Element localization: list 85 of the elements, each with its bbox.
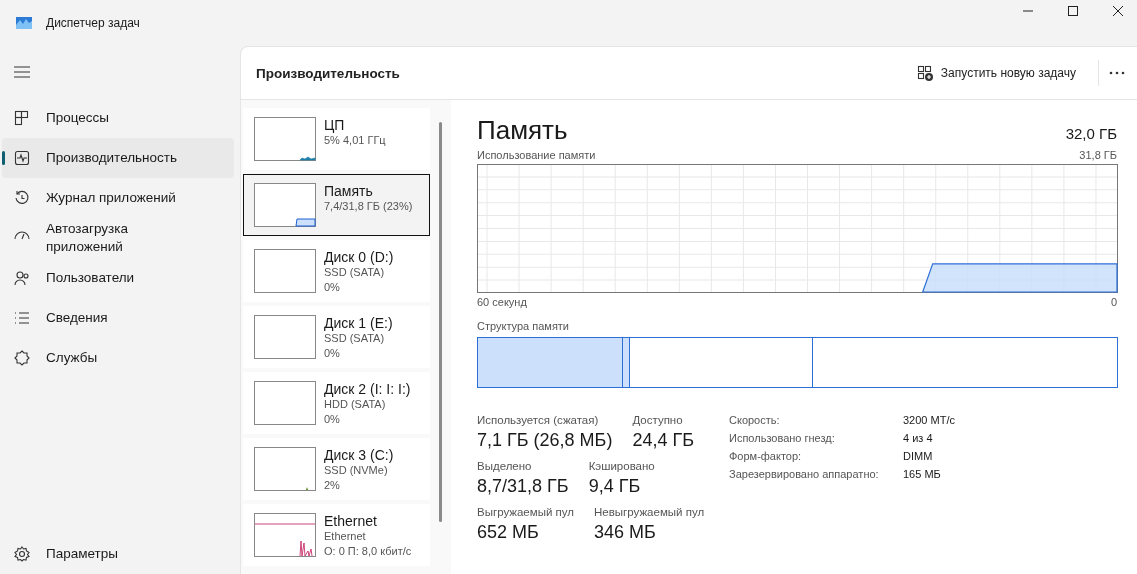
window-title: Диспетчер задач <box>46 16 140 30</box>
device-item[interactable]: Ethernet Ethernet О: 0 П: 8,0 кбит/с <box>243 504 430 566</box>
device-detail: SSD (NVMe) <box>324 463 389 478</box>
mini-graph-icon <box>254 381 316 425</box>
mini-graph-icon <box>254 117 316 161</box>
menu-icon[interactable] <box>14 66 30 78</box>
spec-value: 165 МБ <box>903 467 942 482</box>
nav-item[interactable]: Службы <box>2 338 234 378</box>
scrollbar[interactable] <box>439 122 442 522</box>
device-item[interactable]: Диск 1 (E:) SSD (SATA) 0% <box>243 306 430 368</box>
device-name: ЦП <box>324 117 346 133</box>
device-item[interactable]: Диск 3 (C:) SSD (NVMe) 2% <box>243 438 430 500</box>
app-logo-icon <box>16 17 32 29</box>
nav-item[interactable]: Автозагрузка приложений <box>2 218 234 258</box>
device-detail: 7,4/31,8 ГБ (23%) <box>324 199 413 214</box>
nav-item[interactable]: Сведения <box>2 298 234 338</box>
device-name: Диск 2 (I: I: I:) <box>324 381 411 397</box>
spec-label: Скорость: <box>729 413 781 428</box>
device-detail: HDD (SATA) <box>324 397 387 412</box>
new-task-icon <box>916 65 933 81</box>
device-detail: SSD (SATA) <box>324 265 386 280</box>
stat-value: 24,4 ГБ <box>632 429 694 452</box>
spec-value: 3200 МТ/с <box>903 413 955 428</box>
pulse-icon <box>14 150 30 166</box>
stat-value: 9,4 ГБ <box>588 475 642 498</box>
stat-label: Доступно <box>632 413 684 428</box>
device-name: Диск 0 (D:) <box>324 249 394 265</box>
run-task-button[interactable]: Запустить новую задачу <box>908 59 1084 87</box>
device-detail: Ethernet <box>324 529 367 544</box>
section-title: Память <box>477 114 568 146</box>
mini-graph-icon <box>254 249 316 293</box>
settings-icon <box>14 546 30 562</box>
device-name: Память <box>324 183 374 199</box>
nav-item[interactable]: Пользователи <box>2 258 234 298</box>
mini-graph-icon <box>254 513 316 557</box>
users-icon <box>14 270 30 286</box>
nav-item[interactable]: Процессы <box>2 98 234 138</box>
history-icon <box>14 190 30 206</box>
axis-label: 60 секунд <box>477 295 527 309</box>
cog-icon <box>14 350 30 366</box>
device-detail: О: 0 П: 8,0 кбит/с <box>324 544 412 559</box>
close-icon[interactable] <box>1113 6 1123 16</box>
device-detail: 2% <box>324 478 341 493</box>
stat-label: Кэшировано <box>588 459 655 474</box>
stat-value: 652 МБ <box>477 521 540 544</box>
stat-value: 7,1 ГБ (26,8 МБ) <box>477 429 613 452</box>
device-detail: SSD (SATA) <box>324 331 386 346</box>
device-name: Диск 3 (C:) <box>324 447 394 463</box>
device-item[interactable]: Диск 2 (I: I: I:) HDD (SATA) 0% <box>243 372 430 434</box>
spec-value: DIMM <box>903 449 934 464</box>
spec-label: Форм-фактор: <box>729 449 803 464</box>
chart-max: 31,8 ГБ <box>1079 148 1117 162</box>
device-name: Диск 1 (E:) <box>324 315 393 331</box>
total-memory: 32,0 ГБ <box>1065 125 1117 142</box>
list-icon <box>14 310 30 326</box>
device-detail: 0% <box>324 346 341 361</box>
stat-label: Используется (сжатая) <box>477 413 600 428</box>
page-title: Производительность <box>256 65 400 81</box>
stat-label: Выделено <box>477 459 533 474</box>
chart-label: Структура памяти <box>477 319 570 333</box>
device-item[interactable]: Память 7,4/31,8 ГБ (23%) <box>243 174 430 236</box>
stat-label: Невыгружаемый пул <box>594 505 705 520</box>
device-detail: 5% 4,01 ГГц <box>324 133 386 148</box>
chart-label: Использование памяти <box>477 148 596 162</box>
axis-label: 0 <box>1110 295 1117 309</box>
maximize-icon[interactable] <box>1068 6 1078 16</box>
stat-value: 8,7/31,8 ГБ <box>477 475 569 498</box>
mini-graph-icon <box>254 183 316 227</box>
device-detail: 0% <box>324 280 341 295</box>
nav-item[interactable]: Журнал приложений <box>2 178 234 218</box>
device-detail: 0% <box>324 412 341 427</box>
mini-graph-icon <box>254 315 316 359</box>
device-item[interactable]: ЦП 5% 4,01 ГГц <box>243 108 430 170</box>
spec-label: Зарезервировано аппаратно: <box>729 467 880 482</box>
grid-icon <box>14 110 30 126</box>
mini-graph-icon <box>254 447 316 491</box>
spec-value: 4 из 4 <box>903 431 934 446</box>
more-icon[interactable] <box>1109 71 1125 75</box>
settings-item[interactable]: Параметры <box>2 534 234 574</box>
nav-item[interactable]: Производительность <box>2 138 234 178</box>
stat-value: 346 МБ <box>594 521 657 544</box>
device-name: Ethernet <box>324 513 378 529</box>
spec-label: Использовано гнезд: <box>729 431 836 446</box>
stat-label: Выгружаемый пул <box>477 505 574 520</box>
device-item[interactable]: Диск 0 (D:) SSD (SATA) 0% <box>243 240 430 302</box>
